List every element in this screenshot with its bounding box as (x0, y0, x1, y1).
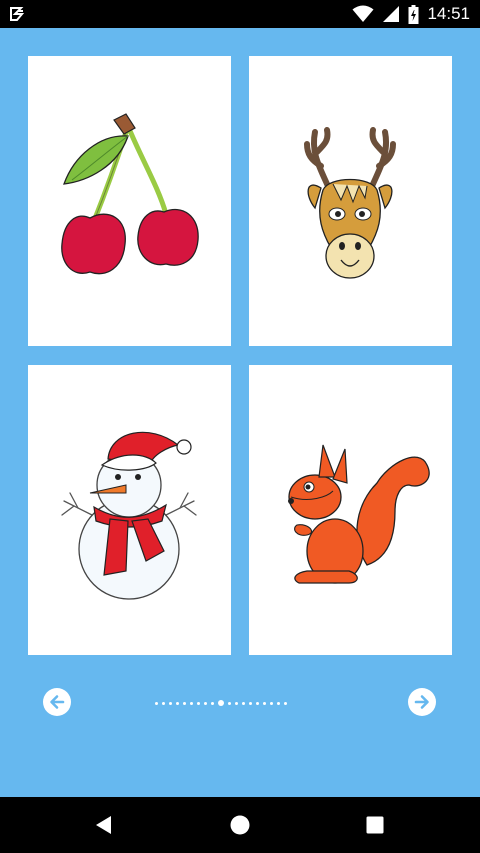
page-dot (197, 701, 200, 705)
page-dot (249, 701, 252, 705)
page-dot (190, 701, 193, 705)
recents-icon[interactable] (361, 811, 389, 839)
page-indicator (155, 700, 325, 706)
back-icon[interactable] (90, 811, 118, 839)
squirrel-illustration (288, 444, 430, 584)
notification-app-icon (10, 7, 25, 21)
card-deer[interactable] (249, 56, 452, 346)
status-bar: 14:51 (0, 0, 480, 28)
page-dot (235, 701, 238, 705)
page-dot (263, 701, 266, 705)
page-dot (256, 701, 259, 705)
page-dot (228, 701, 231, 705)
system-navigation-bar (0, 797, 480, 853)
cherry-illustration (61, 113, 199, 275)
page-dot (277, 701, 280, 705)
page-dot (155, 701, 158, 705)
gallery-screen (0, 28, 480, 797)
previous-page-button[interactable] (43, 688, 71, 716)
page-dot (162, 701, 165, 705)
wifi-icon (352, 5, 374, 22)
status-icons: 14:51 (352, 0, 470, 28)
snowman-illustration (61, 431, 197, 600)
card-squirrel[interactable] (249, 365, 452, 655)
page-dot-active (218, 700, 224, 706)
page-dot (204, 701, 207, 705)
home-icon[interactable] (226, 811, 254, 839)
arrow-right-icon (414, 695, 429, 709)
page-dot (211, 701, 214, 705)
page-dot (270, 701, 273, 705)
page-dot (242, 701, 245, 705)
deer-illustration (304, 127, 396, 279)
card-snowman[interactable] (28, 365, 231, 655)
signal-icon (383, 6, 400, 22)
next-page-button[interactable] (408, 688, 436, 716)
page-dot (169, 701, 172, 705)
page-dot (284, 701, 287, 705)
battery-icon (408, 4, 419, 24)
status-time: 14:51 (427, 4, 470, 23)
page-dot (183, 701, 186, 705)
page-dot (176, 701, 179, 705)
arrow-left-icon (50, 695, 65, 709)
card-cherry[interactable] (28, 56, 231, 346)
